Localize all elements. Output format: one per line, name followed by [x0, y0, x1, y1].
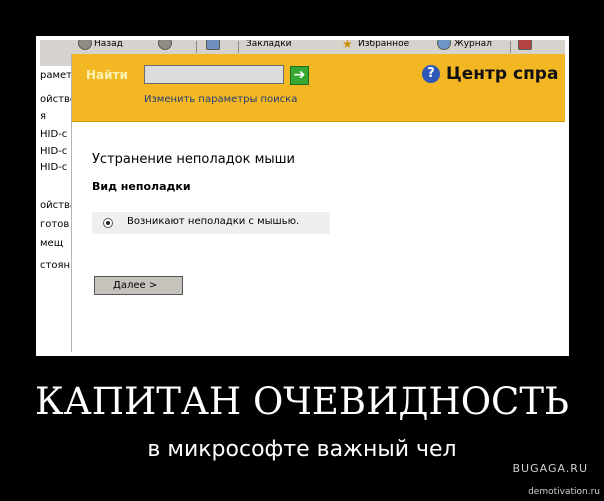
toolbar-separator: [510, 41, 511, 53]
forward-icon[interactable]: [158, 40, 172, 50]
change-search-params-link[interactable]: Изменить параметры поиска: [144, 94, 297, 105]
question-icon: ?: [422, 65, 440, 83]
back-icon[interactable]: [78, 40, 92, 50]
arrow-right-icon: ➔: [293, 67, 306, 83]
history-icon[interactable]: [437, 40, 451, 50]
home-icon[interactable]: [206, 40, 220, 50]
left-tree-panel: раметр ойстве я HID-с HID-с HID-с ойства…: [40, 54, 72, 352]
tree-item[interactable]: я: [40, 111, 71, 123]
journal-button[interactable]: Журнал: [454, 40, 492, 54]
poster-subtitle: в микрософте важный чел: [147, 437, 457, 462]
poster-frame: Назад Закладки ★ Избранное Журнал раметр…: [36, 36, 569, 356]
poster-title: КАПИТАН ОЧЕВИДНОСТЬ: [35, 380, 569, 423]
toolbar-separator: [238, 41, 239, 53]
option-label[interactable]: Возникают неполадки с мышью.: [127, 216, 299, 227]
tree-item[interactable]: ойстве: [40, 94, 71, 106]
problem-type-label: Вид неполадки: [92, 180, 191, 193]
favorites-button[interactable]: Избранное: [358, 40, 409, 54]
back-button-label[interactable]: Назад: [94, 40, 123, 54]
mail-icon[interactable]: [518, 40, 532, 50]
tree-item[interactable]: HID-с: [40, 129, 71, 141]
radio-button[interactable]: [103, 218, 113, 228]
go-arrow-button[interactable]: ➔: [290, 66, 309, 85]
watermark: BUGAGA.RU: [512, 462, 588, 475]
main-content: Устранение неполадок мыши Вид неполадки …: [72, 122, 565, 352]
star-icon[interactable]: ★: [342, 40, 353, 54]
find-label: Найти: [86, 68, 128, 82]
screenshot: Назад Закладки ★ Избранное Журнал раметр…: [40, 40, 565, 352]
panel-header: [40, 54, 71, 66]
site-credit: demotivation.ru: [528, 487, 600, 497]
tree-item[interactable]: стоян: [40, 260, 71, 272]
search-input[interactable]: [144, 65, 284, 84]
help-center-title: Центр спра: [446, 64, 559, 84]
tree-item[interactable]: ойства: [40, 200, 71, 212]
problem-option[interactable]: Возникают неполадки с мышью.: [92, 212, 330, 234]
tree-item[interactable]: мещ: [40, 238, 71, 250]
tree-item[interactable]: раметр: [40, 70, 71, 82]
bookmarks-button[interactable]: Закладки: [246, 40, 292, 54]
page-title: Устранение неполадок мыши: [92, 152, 296, 167]
toolbar-separator: [196, 41, 197, 53]
tree-item[interactable]: HID-с: [40, 162, 71, 174]
radio-selected-dot: [106, 221, 110, 225]
help-header: Найти ➔ Изменить параметры поиска ? Цент…: [72, 54, 565, 122]
tree-item[interactable]: готов: [40, 219, 71, 231]
next-button[interactable]: Далее >: [94, 276, 183, 295]
tree-item[interactable]: HID-с: [40, 146, 71, 158]
browser-toolbar: Назад Закладки ★ Избранное Журнал: [40, 40, 565, 55]
